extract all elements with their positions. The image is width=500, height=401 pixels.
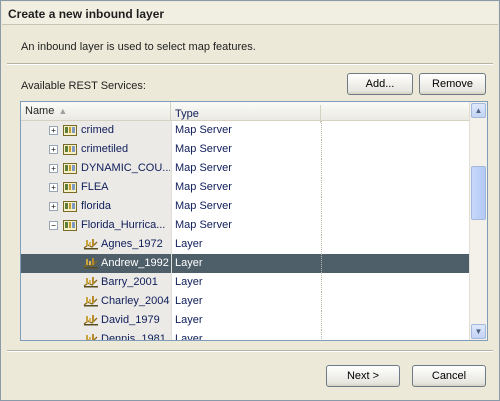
layer-icon — [83, 314, 98, 326]
tree-row-name: David_1979 — [101, 314, 160, 326]
dialog-title: Create a new inbound layer — [8, 7, 165, 21]
create-inbound-layer-dialog: Create a new inbound layer An inbound la… — [0, 0, 500, 401]
top-divider — [7, 63, 493, 65]
dialog-title-bar: Create a new inbound layer — [2, 2, 498, 25]
tree-row-type: Layer — [175, 238, 203, 250]
tree-row-type: Map Server — [175, 162, 232, 174]
vertical-scrollbar[interactable]: ▲ ▼ — [469, 102, 487, 340]
tree-row[interactable]: + DYNAMIC_COU... Map Server — [21, 159, 469, 178]
tree-row[interactable]: + florida Map Server — [21, 197, 469, 216]
map-server-icon — [63, 143, 77, 155]
column-header-name[interactable]: Name ▲ — [21, 102, 171, 120]
tree-row[interactable]: David_1979 Layer — [21, 311, 469, 330]
tree-row[interactable]: Barry_2001 Layer — [21, 273, 469, 292]
tree-row-name: Florida_Hurrica... — [81, 219, 166, 231]
tree-row[interactable]: Dennis_1981 Layer — [21, 330, 469, 341]
remove-button[interactable]: Remove — [419, 73, 486, 95]
tree-row-type: Layer — [175, 257, 203, 269]
tree-rows: + crimed Map Server + crimetiled Map Server + D… — [21, 121, 469, 341]
layer-icon — [83, 238, 98, 250]
map-server-icon — [63, 124, 77, 136]
layer-icon — [83, 333, 98, 340]
tree-row[interactable]: Charley_2004 Layer — [21, 292, 469, 311]
tree-row-type: Map Server — [175, 181, 232, 193]
tree-row-name: crimetiled — [81, 143, 129, 155]
dialog-description: An inbound layer is used to select map f… — [21, 41, 256, 53]
tree-row[interactable]: Andrew_1992 Layer — [21, 254, 469, 273]
cancel-button[interactable]: Cancel — [412, 365, 486, 387]
expand-icon[interactable]: + — [49, 183, 58, 192]
tree-row[interactable]: − Florida_Hurrica... Map Server — [21, 216, 469, 235]
collapse-icon[interactable]: − — [49, 221, 58, 230]
tree-row-type: Layer — [175, 276, 203, 288]
tree-row-name: FLEA — [81, 181, 109, 193]
map-server-icon — [63, 162, 77, 174]
tree-row[interactable]: Agnes_1972 Layer — [21, 235, 469, 254]
tree-header: Name ▲ Type — [21, 102, 469, 123]
tree-row-name: DYNAMIC_COU... — [81, 162, 170, 174]
expand-icon[interactable]: + — [49, 126, 58, 135]
tree-row-name: Dennis_1981 — [101, 333, 166, 341]
next-button[interactable]: Next > — [326, 365, 400, 387]
tree-row-type: Layer — [175, 333, 203, 341]
sort-ascending-icon: ▲ — [58, 106, 68, 116]
expand-icon[interactable]: + — [49, 164, 58, 173]
expand-icon[interactable]: + — [49, 202, 58, 211]
expand-icon[interactable]: + — [49, 145, 58, 154]
available-services-label: Available REST Services: — [21, 80, 146, 92]
tree-row-name: Barry_2001 — [101, 276, 158, 288]
layer-icon — [83, 276, 98, 288]
map-server-icon — [63, 200, 77, 212]
layer-icon — [83, 257, 98, 269]
add-button[interactable]: Add... — [347, 73, 413, 95]
tree-row-name: crimed — [81, 124, 115, 136]
tree-row-type: Map Server — [175, 124, 232, 136]
tree-row-name: Agnes_1972 — [101, 238, 163, 250]
tree-row-name: florida — [81, 200, 111, 212]
tree-row-type: Layer — [175, 295, 203, 307]
tree-row[interactable]: + crimetiled Map Server — [21, 140, 469, 159]
scroll-up-icon[interactable]: ▲ — [471, 103, 486, 118]
tree-row-type: Map Server — [175, 219, 232, 231]
layer-icon — [83, 295, 98, 307]
map-server-icon — [63, 181, 77, 193]
map-server-icon — [63, 219, 77, 231]
column-header-extra — [321, 102, 469, 120]
tree-row-name: Charley_2004 — [101, 295, 170, 307]
tree-row[interactable]: + crimed Map Server — [21, 121, 469, 140]
scroll-thumb[interactable] — [471, 166, 486, 220]
tree-row-type: Map Server — [175, 143, 232, 155]
tree-row-name: Andrew_1992 — [101, 257, 169, 269]
tree-row-type: Layer — [175, 314, 203, 326]
scroll-down-icon[interactable]: ▼ — [471, 324, 486, 339]
tree-row-type: Map Server — [175, 200, 232, 212]
services-tree[interactable]: Name ▲ Type + crimed Map Server + crimetiled M… — [20, 101, 488, 341]
bottom-divider — [7, 350, 493, 352]
tree-row[interactable]: + FLEA Map Server — [21, 178, 469, 197]
